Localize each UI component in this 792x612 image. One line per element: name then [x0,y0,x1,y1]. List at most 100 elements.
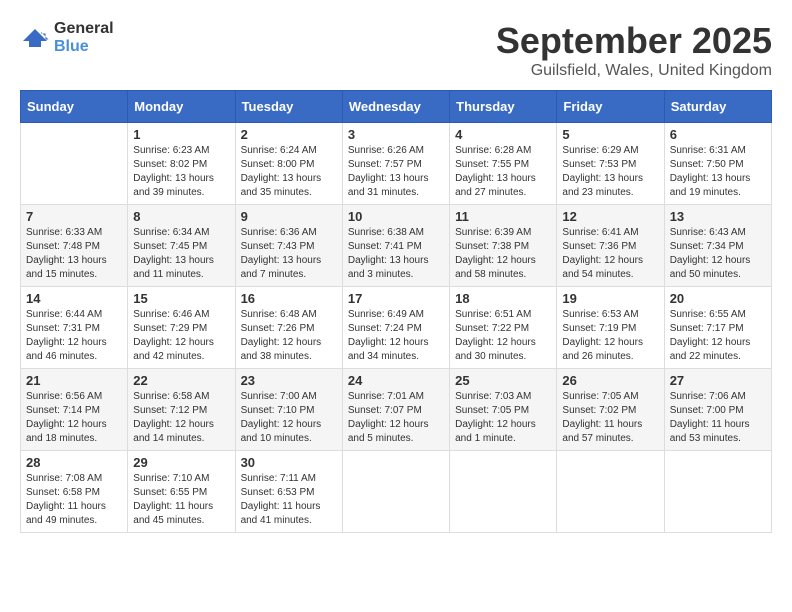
day-number: 3 [348,127,444,142]
day-cell: 7 Sunrise: 6:33 AM Sunset: 7:48 PM Daylig… [21,205,128,287]
day-info: Sunrise: 6:43 AM Sunset: 7:34 PM Dayligh… [670,226,766,282]
day-info: Sunrise: 6:56 AM Sunset: 7:14 PM Dayligh… [26,390,122,446]
day-number: 4 [455,127,551,142]
day-info: Sunrise: 7:08 AM Sunset: 6:58 PM Dayligh… [26,472,122,528]
day-cell: 22 Sunrise: 6:58 AM Sunset: 7:12 PM Dayli… [128,369,235,451]
day-number: 17 [348,291,444,306]
logo-blue: Blue [54,38,89,55]
day-cell: 15Sunrise: 6:46 AM Sunset: 7:29 PM Dayli… [128,287,235,369]
day-info: Sunrise: 6:38 AM Sunset: 7:41 PM Dayligh… [348,226,444,282]
day-cell [664,451,771,533]
day-info: Sunrise: 7:11 AM Sunset: 6:53 PM Dayligh… [241,472,337,528]
day-cell: 24 Sunrise: 7:01 AM Sunset: 7:07 PM Dayli… [342,369,449,451]
day-info: Sunrise: 6:51 AM Sunset: 7:22 PM Dayligh… [455,308,551,364]
day-number: 16 [241,291,337,306]
week-row-5: 28Sunrise: 7:08 AM Sunset: 6:58 PM Dayli… [21,451,772,533]
day-info: Sunrise: 7:10 AM Sunset: 6:55 PM Dayligh… [133,472,229,528]
day-cell: 14Sunrise: 6:44 AM Sunset: 7:31 PM Dayli… [21,287,128,369]
day-cell: 6 Sunrise: 6:31 AM Sunset: 7:50 PM Daylig… [664,123,771,205]
day-number: 8 [133,209,229,224]
day-info: Sunrise: 6:58 AM Sunset: 7:12 PM Dayligh… [133,390,229,446]
day-cell: 8 Sunrise: 6:34 AM Sunset: 7:45 PM Daylig… [128,205,235,287]
header-wednesday: Wednesday [342,91,449,123]
day-number: 21 [26,373,122,388]
day-info: Sunrise: 6:24 AM Sunset: 8:00 PM Dayligh… [241,144,337,200]
day-info: Sunrise: 6:48 AM Sunset: 7:26 PM Dayligh… [241,308,337,364]
day-info: Sunrise: 6:33 AM Sunset: 7:48 PM Dayligh… [26,226,122,282]
day-info: Sunrise: 6:23 AM Sunset: 8:02 PM Dayligh… [133,144,229,200]
day-cell [21,123,128,205]
month-title: September 2025 [496,20,772,62]
header-sunday: Sunday [21,91,128,123]
day-cell: 13 Sunrise: 6:43 AM Sunset: 7:34 PM Dayli… [664,205,771,287]
day-info: Sunrise: 7:01 AM Sunset: 7:07 PM Dayligh… [348,390,444,446]
day-number: 22 [133,373,229,388]
day-info: Sunrise: 7:05 AM Sunset: 7:02 PM Dayligh… [562,390,658,446]
header-friday: Friday [557,91,664,123]
day-number: 12 [562,209,658,224]
day-info: Sunrise: 6:55 AM Sunset: 7:17 PM Dayligh… [670,308,766,364]
day-cell [557,451,664,533]
day-number: 20 [670,291,766,306]
day-cell: 27Sunrise: 7:06 AM Sunset: 7:00 PM Dayli… [664,369,771,451]
header-saturday: Saturday [664,91,771,123]
location-title: Guilsfield, Wales, United Kingdom [496,62,772,80]
day-number: 18 [455,291,551,306]
day-cell: 10 Sunrise: 6:38 AM Sunset: 7:41 PM Dayli… [342,205,449,287]
day-cell: 4Sunrise: 6:28 AM Sunset: 7:55 PM Daylig… [450,123,557,205]
day-number: 1 [133,127,229,142]
day-number: 13 [670,209,766,224]
day-number: 23 [241,373,337,388]
day-info: Sunrise: 6:29 AM Sunset: 7:53 PM Dayligh… [562,144,658,200]
day-cell [342,451,449,533]
header-thursday: Thursday [450,91,557,123]
day-number: 19 [562,291,658,306]
day-number: 5 [562,127,658,142]
day-cell: 12 Sunrise: 6:41 AM Sunset: 7:36 PM Dayli… [557,205,664,287]
day-number: 10 [348,209,444,224]
day-number: 7 [26,209,122,224]
day-number: 24 [348,373,444,388]
day-number: 26 [562,373,658,388]
day-number: 25 [455,373,551,388]
logo-general: General [54,20,114,37]
logo-icon [20,26,50,50]
day-cell [450,451,557,533]
page-header: General Blue September 2025 Guilsfield, … [20,20,772,80]
day-info: Sunrise: 6:41 AM Sunset: 7:36 PM Dayligh… [562,226,658,282]
day-cell: 17 Sunrise: 6:49 AM Sunset: 7:24 PM Dayli… [342,287,449,369]
day-number: 9 [241,209,337,224]
day-info: Sunrise: 6:36 AM Sunset: 7:43 PM Dayligh… [241,226,337,282]
day-cell: 30 Sunrise: 7:11 AM Sunset: 6:53 PM Dayli… [235,451,342,533]
day-cell: 16 Sunrise: 6:48 AM Sunset: 7:26 PM Dayli… [235,287,342,369]
day-info: Sunrise: 6:26 AM Sunset: 7:57 PM Dayligh… [348,144,444,200]
title-area: September 2025 Guilsfield, Wales, United… [496,20,772,80]
day-cell: 3 Sunrise: 6:26 AM Sunset: 7:57 PM Daylig… [342,123,449,205]
header-monday: Monday [128,91,235,123]
calendar-table: SundayMondayTuesdayWednesdayThursdayFrid… [20,90,772,533]
day-cell: 20 Sunrise: 6:55 AM Sunset: 7:17 PM Dayli… [664,287,771,369]
day-cell: 29 Sunrise: 7:10 AM Sunset: 6:55 PM Dayli… [128,451,235,533]
day-info: Sunrise: 7:00 AM Sunset: 7:10 PM Dayligh… [241,390,337,446]
day-info: Sunrise: 6:31 AM Sunset: 7:50 PM Dayligh… [670,144,766,200]
day-info: Sunrise: 6:39 AM Sunset: 7:38 PM Dayligh… [455,226,551,282]
day-info: Sunrise: 7:06 AM Sunset: 7:00 PM Dayligh… [670,390,766,446]
day-number: 11 [455,209,551,224]
day-info: Sunrise: 6:53 AM Sunset: 7:19 PM Dayligh… [562,308,658,364]
day-number: 6 [670,127,766,142]
day-number: 30 [241,455,337,470]
day-info: Sunrise: 6:49 AM Sunset: 7:24 PM Dayligh… [348,308,444,364]
day-info: Sunrise: 6:46 AM Sunset: 7:29 PM Dayligh… [133,308,229,364]
day-cell: 2 Sunrise: 6:24 AM Sunset: 8:00 PM Daylig… [235,123,342,205]
day-number: 2 [241,127,337,142]
week-row-4: 21 Sunrise: 6:56 AM Sunset: 7:14 PM Dayli… [21,369,772,451]
day-info: Sunrise: 6:34 AM Sunset: 7:45 PM Dayligh… [133,226,229,282]
day-cell: 26 Sunrise: 7:05 AM Sunset: 7:02 PM Dayli… [557,369,664,451]
week-row-1: 1 Sunrise: 6:23 AM Sunset: 8:02 PM Daylig… [21,123,772,205]
day-cell: 5 Sunrise: 6:29 AM Sunset: 7:53 PM Daylig… [557,123,664,205]
logo: General Blue [20,20,114,55]
day-number: 29 [133,455,229,470]
day-cell: 1 Sunrise: 6:23 AM Sunset: 8:02 PM Daylig… [128,123,235,205]
day-cell: 23 Sunrise: 7:00 AM Sunset: 7:10 PM Dayli… [235,369,342,451]
day-cell: 21 Sunrise: 6:56 AM Sunset: 7:14 PM Dayli… [21,369,128,451]
